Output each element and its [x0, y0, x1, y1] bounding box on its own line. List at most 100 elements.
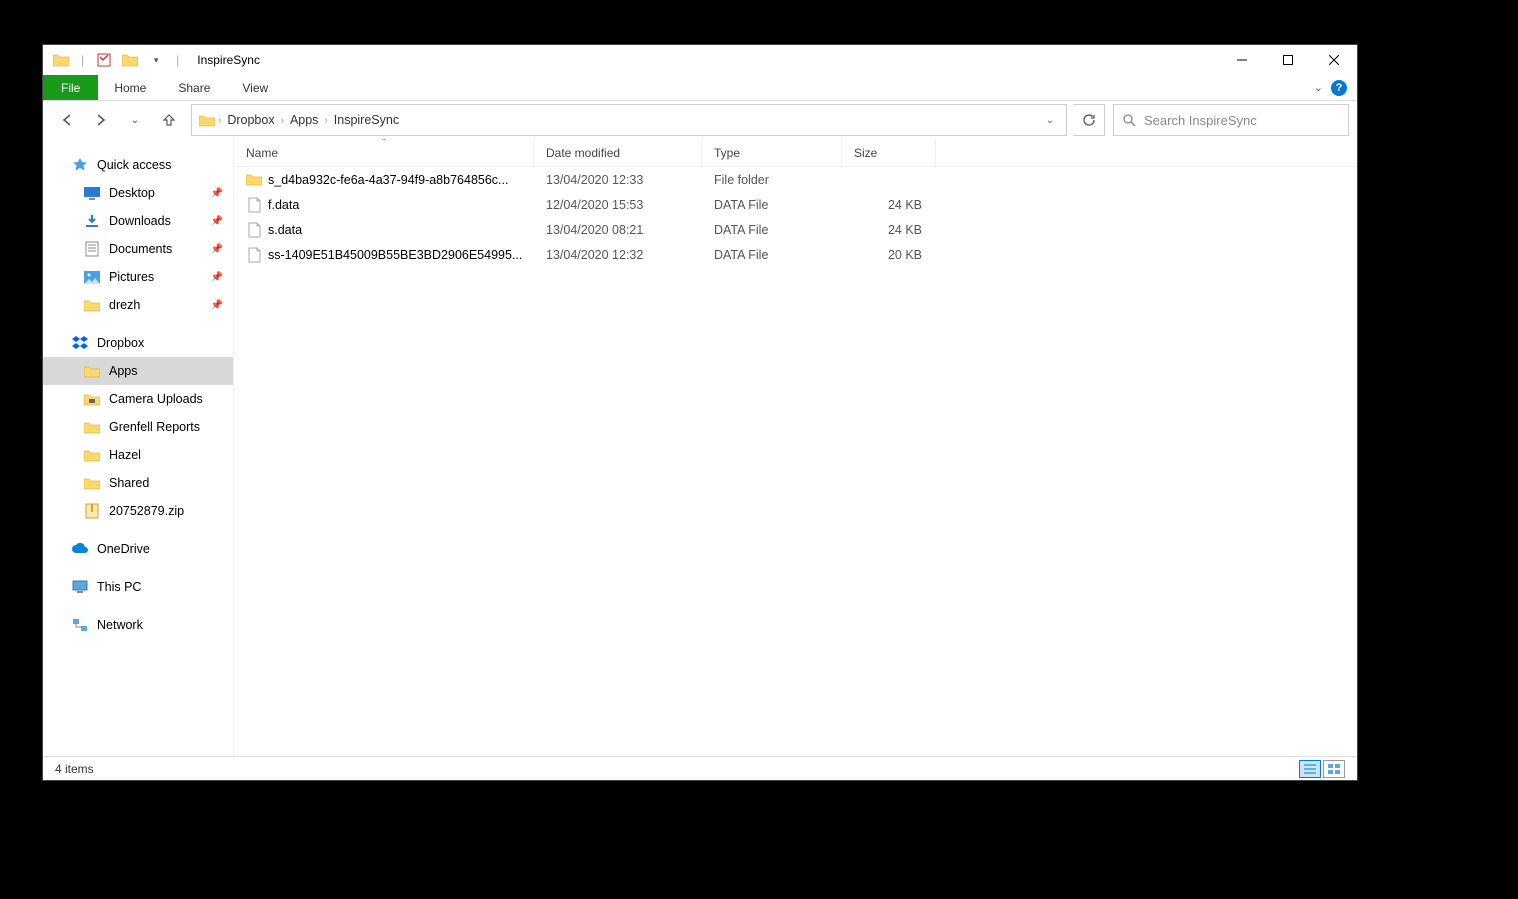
pc-icon	[71, 579, 89, 595]
address-bar[interactable]: › Dropbox › Apps › InspireSync ⌄	[191, 104, 1067, 136]
network-icon	[71, 617, 89, 633]
file-name: ss-1409E51B45009B55BE3BD2906E54995...	[268, 248, 522, 262]
minimize-button[interactable]	[1219, 45, 1265, 75]
folder-icon	[83, 419, 101, 435]
thumbnails-view-button[interactable]	[1323, 760, 1345, 778]
sidebar-item[interactable]: Downloads📌	[43, 207, 233, 235]
file-tab[interactable]: File	[43, 75, 98, 100]
sidebar-item-label: Documents	[109, 242, 172, 256]
sidebar-item[interactable]: drezh 📌	[43, 291, 233, 319]
tab-share[interactable]: Share	[162, 75, 226, 100]
file-name: f.data	[268, 198, 299, 212]
close-button[interactable]	[1311, 45, 1357, 75]
back-button[interactable]	[51, 106, 83, 134]
up-button[interactable]	[153, 106, 185, 134]
sidebar-item-label: drezh	[109, 298, 140, 312]
maximize-button[interactable]	[1265, 45, 1311, 75]
documents-icon	[83, 241, 101, 257]
chevron-right-icon[interactable]: ›	[279, 115, 286, 126]
breadcrumb-segment[interactable]: Dropbox	[223, 113, 278, 127]
forward-button[interactable]	[85, 106, 117, 134]
sidebar-onedrive[interactable]: OneDrive	[43, 535, 233, 563]
table-row[interactable]: s_d4ba932c-fe6a-4a37-94f9-a8b764856c... 1…	[234, 167, 1357, 192]
folder-icon	[83, 475, 101, 491]
separator: |	[176, 53, 179, 67]
table-row[interactable]: f.data 12/04/2020 15:53DATA File24 KB	[234, 192, 1357, 217]
help-icon[interactable]: ?	[1331, 80, 1347, 96]
star-icon	[71, 157, 89, 173]
qat-dropdown-icon[interactable]: ▾	[146, 50, 166, 70]
search-icon	[1122, 113, 1136, 127]
downloads-icon	[83, 213, 101, 229]
sidebar-item[interactable]: Documents📌	[43, 235, 233, 263]
sidebar-this-pc[interactable]: This PC	[43, 573, 233, 601]
sidebar-item[interactable]: Desktop📌	[43, 179, 233, 207]
details-view-button[interactable]	[1299, 760, 1321, 778]
breadcrumb-segment[interactable]: InspireSync	[330, 113, 403, 127]
sidebar-item-label: Camera Uploads	[109, 392, 203, 406]
address-dropdown-icon[interactable]: ⌄	[1040, 115, 1060, 126]
chevron-down-icon[interactable]: ⌄	[1314, 81, 1323, 94]
pictures-icon	[83, 269, 101, 285]
properties-icon[interactable]	[94, 50, 114, 70]
sidebar-item[interactable]: Hazel	[43, 441, 233, 469]
refresh-button[interactable]	[1073, 104, 1105, 136]
sidebar-network[interactable]: Network	[43, 611, 233, 639]
tab-home[interactable]: Home	[98, 75, 162, 100]
tab-view[interactable]: View	[226, 75, 284, 100]
sidebar-item-label: Hazel	[109, 448, 141, 462]
sidebar-item[interactable]: Shared	[43, 469, 233, 497]
file-size: 24 KB	[842, 198, 936, 212]
file-type: DATA File	[702, 198, 842, 212]
status-count: 4 items	[55, 762, 94, 776]
pin-icon: 📌	[211, 188, 223, 199]
sidebar-item[interactable]: Apps	[43, 357, 233, 385]
folder-icon	[198, 112, 216, 128]
pin-icon: 📌	[211, 216, 223, 227]
sidebar-item-label: Quick access	[97, 158, 171, 172]
sidebar-item-label: Shared	[109, 476, 149, 490]
sidebar-item-label: 20752879.zip	[109, 504, 184, 518]
desktop-icon	[83, 185, 101, 201]
body: Quick access Desktop📌Downloads📌Documents…	[43, 139, 1357, 756]
sidebar-item-label: Dropbox	[97, 336, 144, 350]
recent-dropdown-icon[interactable]: ⌄	[119, 106, 151, 134]
column-header-name[interactable]: Name ⌃	[234, 139, 534, 166]
sidebar-quick-access[interactable]: Quick access	[43, 151, 233, 179]
search-placeholder: Search InspireSync	[1144, 113, 1257, 128]
column-header-type[interactable]: Type	[702, 139, 842, 166]
sidebar-item[interactable]: Grenfell Reports	[43, 413, 233, 441]
sidebar-item[interactable]: Pictures📌	[43, 263, 233, 291]
search-input[interactable]: Search InspireSync	[1113, 104, 1349, 136]
breadcrumb-segment[interactable]: Apps	[286, 113, 323, 127]
column-header-date[interactable]: Date modified	[534, 139, 702, 166]
sidebar-dropbox[interactable]: Dropbox	[43, 329, 233, 357]
pin-icon: 📌	[211, 300, 223, 311]
folder-icon	[51, 50, 71, 70]
zip-icon	[83, 503, 101, 519]
sidebar-item[interactable]: 20752879.zip	[43, 497, 233, 525]
title-bar: | ▾ | InspireSync	[43, 45, 1357, 75]
column-header-size[interactable]: Size	[842, 139, 936, 166]
table-row[interactable]: s.data13/04/2020 08:21DATA File24 KB	[234, 217, 1357, 242]
address-bar-row: ⌄ › Dropbox › Apps › InspireSync ⌄ Searc…	[43, 101, 1357, 139]
chevron-right-icon[interactable]: ›	[216, 115, 223, 126]
sidebar-item[interactable]: Camera Uploads	[43, 385, 233, 413]
file-date: 13/04/2020 12:33	[534, 173, 702, 187]
separator: |	[81, 53, 84, 67]
folder-icon	[83, 363, 101, 379]
folder-small-icon[interactable]	[120, 50, 140, 70]
column-headers: Name ⌃ Date modified Type Size	[234, 139, 1357, 167]
file-type: DATA File	[702, 223, 842, 237]
file-size: 20 KB	[842, 248, 936, 262]
chevron-right-icon[interactable]: ›	[322, 115, 329, 126]
file-date: 12/04/2020 15:53	[534, 198, 702, 212]
status-bar: 4 items	[43, 756, 1357, 780]
file-date: 13/04/2020 08:21	[534, 223, 702, 237]
file-icon	[246, 222, 262, 238]
sort-asc-icon: ⌃	[380, 139, 387, 146]
cloud-icon	[71, 541, 89, 557]
file-name: s_d4ba932c-fe6a-4a37-94f9-a8b764856c...	[268, 173, 508, 187]
table-row[interactable]: ss-1409E51B45009B55BE3BD2906E54995...13/…	[234, 242, 1357, 267]
file-type: DATA File	[702, 248, 842, 262]
